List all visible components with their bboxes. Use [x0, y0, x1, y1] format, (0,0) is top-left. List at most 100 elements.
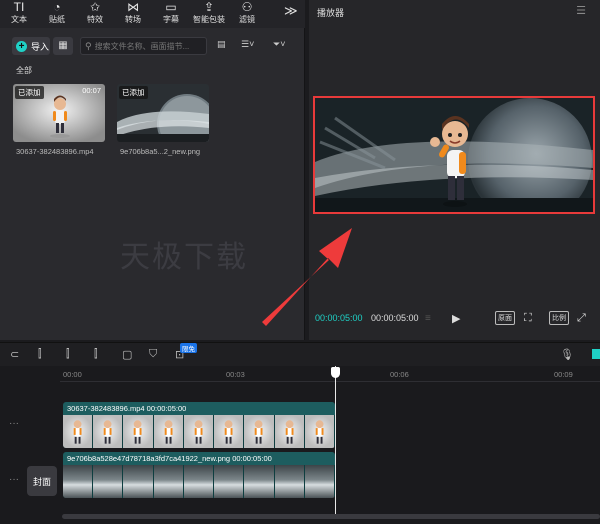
image-clip[interactable]: 9e706b8a528e47d78718a3fd7ca41922_new.png…: [63, 452, 335, 498]
tool-label: 特效: [87, 15, 103, 24]
clip-filmstrip: [63, 465, 335, 498]
transition-icon: ⋈: [127, 0, 139, 14]
view-mode-icon[interactable]: ▤: [217, 39, 226, 50]
filmstrip-frame: [93, 465, 124, 498]
import-label: 导入: [31, 41, 50, 52]
clip-name: 30637-382483896.mp4: [67, 404, 145, 413]
split-left-icon[interactable]: ⫿: [66, 348, 70, 361]
search-box[interactable]: ⚲: [80, 37, 207, 55]
tool-smart-package[interactable]: ⇪ 智能包装: [190, 0, 228, 28]
original-button[interactable]: 原面: [495, 311, 515, 325]
preview-frame: [315, 98, 593, 212]
import-button[interactable]: + 导入: [12, 37, 50, 55]
playhead-handle[interactable]: [331, 367, 340, 378]
sticker-icon: ◔: [53, 0, 61, 14]
playhead-line[interactable]: [335, 366, 336, 516]
media-item-name: 9e706b8a5...2_new.png: [120, 147, 201, 156]
media-panel: + 导入 ▦ ⚲ ▤ ☰˅ ⏷˅ 全部 已添加 00:07 30637-3824…: [0, 28, 305, 340]
tool-text[interactable]: TI 文本: [0, 0, 38, 28]
tool-filter[interactable]: ⚇ 滤镜: [228, 0, 266, 28]
filmstrip-frame: [183, 415, 215, 448]
timeline: 00:00 00:03 00:06 00:09 ··· ··· 封面 30637…: [0, 366, 600, 524]
filmstrip-frame: [274, 415, 305, 448]
waveform-icon: ≡: [425, 312, 431, 324]
filmstrip-frame: [304, 465, 335, 498]
ratio-button[interactable]: 比例: [549, 311, 569, 325]
delete-icon[interactable]: ▢: [122, 348, 132, 361]
more-tools-icon[interactable]: ≫: [284, 3, 298, 19]
timeline-toolbar: ⊂ ⫿ ⫿ ⫿ ▢ ⛉ ⊡ 限免 🎙: [0, 342, 600, 366]
media-item[interactable]: 已添加: [117, 84, 209, 142]
top-toolbar: TI 文本 ◔ 贴纸 ✩ 特效 ⋈ 转场 ▭ 字幕 ⇪ 智能包装 ⚇ 滤镜 ≫: [0, 0, 305, 28]
filmstrip-frame: [153, 415, 184, 448]
track-menu-icon[interactable]: ···: [9, 418, 19, 429]
track-menu-icon[interactable]: ···: [9, 474, 19, 485]
smart-package-icon: ⇪: [203, 0, 215, 14]
tool-label: 转场: [125, 15, 141, 24]
clip-duration: 00:00:05:00: [232, 454, 272, 463]
filmstrip-frame: [63, 465, 94, 498]
filter-funnel-icon[interactable]: ⏷˅: [273, 39, 285, 50]
filmstrip-frame: [63, 415, 94, 448]
ruler-label: 00:00: [63, 370, 82, 379]
video-preview[interactable]: [313, 96, 595, 214]
sort-icon[interactable]: ☰˅: [241, 39, 254, 50]
filmstrip-frame: [244, 415, 275, 448]
tool-sticker[interactable]: ◔ 贴纸: [38, 0, 76, 28]
player-panel: 播放器 ☰ 00:00:05:00 00:00:05:00 ≡ ▶ 原面 ⛶ 比…: [309, 0, 600, 340]
plus-icon: +: [16, 40, 27, 52]
clip-duration: 00:00:05:00: [146, 404, 187, 413]
fullscreen-icon[interactable]: ⤢: [577, 311, 586, 325]
crop-icon[interactable]: ⛶: [524, 311, 532, 325]
time-ruler[interactable]: 00:00 00:03 00:06 00:09: [60, 366, 600, 382]
free-badge: 限免: [180, 343, 197, 353]
shield-icon[interactable]: ⛉: [149, 348, 157, 361]
cover-button[interactable]: 封面: [27, 466, 57, 496]
ruler-label: 00:06: [390, 370, 409, 379]
filmstrip-frame: [183, 465, 215, 498]
tool-label: 滤镜: [239, 15, 255, 24]
filmstrip-frame: [274, 465, 305, 498]
player-title: 播放器: [317, 8, 345, 18]
menu-icon[interactable]: ☰: [576, 4, 586, 17]
split-right-icon[interactable]: ⫿: [94, 348, 98, 361]
search-icon: ⚲: [85, 40, 92, 51]
filmstrip-frame: [123, 465, 154, 498]
duration-label: 00:07: [82, 86, 101, 95]
filmstrip-frame: [214, 415, 245, 448]
tool-label: 贴纸: [49, 15, 65, 24]
tool-label: 字幕: [163, 15, 179, 24]
filmstrip-frame: [153, 465, 184, 498]
tool-subtitle[interactable]: ▭ 字幕: [152, 0, 190, 28]
toggle-indicator[interactable]: [592, 349, 600, 359]
added-badge: 已添加: [15, 86, 44, 99]
section-all[interactable]: 全部: [16, 65, 32, 76]
current-time: 00:00:05:00: [315, 313, 363, 323]
effects-icon: ✩: [89, 0, 101, 14]
text-icon: TI: [13, 0, 25, 14]
total-time: 00:00:05:00: [371, 313, 419, 323]
filmstrip-frame: [244, 465, 275, 498]
horizontal-scrollbar[interactable]: [62, 514, 600, 519]
filter-icon: ⚇: [241, 0, 253, 14]
clip-name: 9e706b8a528e47d78718a3fd7ca41922_new.png: [67, 454, 231, 463]
ruler-label: 00:03: [226, 370, 245, 379]
tool-effects[interactable]: ✩ 特效: [76, 0, 114, 28]
play-icon[interactable]: ▶: [452, 311, 460, 325]
watermark-text: 天极下载: [120, 240, 248, 275]
microphone-icon[interactable]: 🎙: [560, 348, 574, 361]
filmstrip-frame: [93, 415, 124, 448]
qr-grid-icon[interactable]: ▦: [53, 37, 73, 55]
added-badge: 已添加: [119, 86, 148, 99]
tool-transition[interactable]: ⋈ 转场: [114, 0, 152, 28]
search-input[interactable]: [94, 41, 195, 51]
media-item[interactable]: 已添加 00:07: [13, 84, 105, 142]
split-icon[interactable]: ⫿: [38, 348, 42, 361]
clip-filmstrip: [63, 415, 335, 448]
video-clip[interactable]: 30637-382483896.mp4 00:00:05:00: [63, 402, 335, 448]
filmstrip-frame: [123, 415, 154, 448]
ruler-label: 00:09: [554, 370, 573, 379]
filmstrip-frame: [214, 465, 245, 498]
undo-icon[interactable]: ⊂: [10, 348, 19, 361]
tool-label: 文本: [11, 15, 27, 24]
